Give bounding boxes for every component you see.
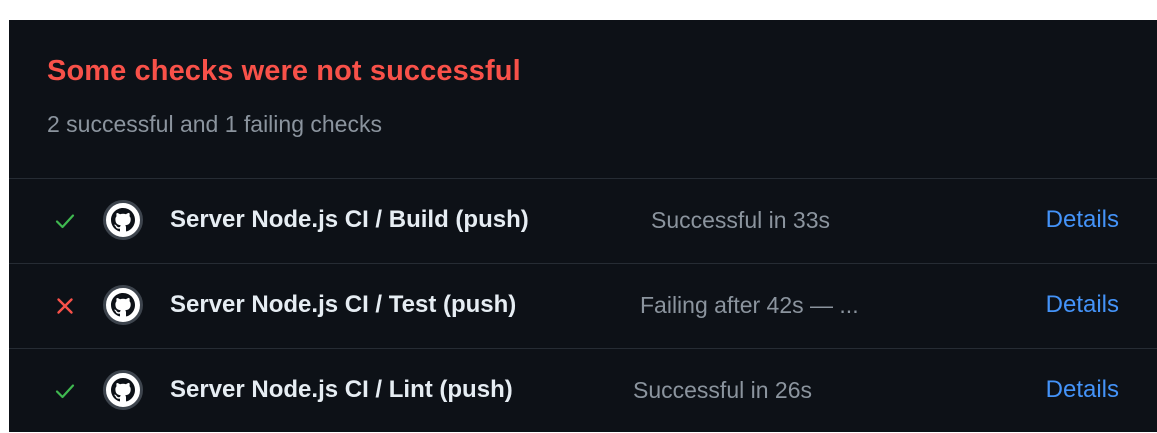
github-icon: [103, 370, 143, 410]
checks-summary: Some checks were not successful 2 succes…: [9, 20, 1157, 178]
check-row-build: Server Node.js CI / Build (push) Success…: [9, 178, 1157, 263]
details-link[interactable]: Details: [1046, 206, 1119, 234]
check-description: Failing after 42s — ...: [640, 292, 859, 318]
github-icon: [103, 285, 143, 325]
check-name[interactable]: Server Node.js CI / Build (push): [170, 206, 529, 234]
check-row-test: Server Node.js CI / Test (push) Failing …: [9, 263, 1157, 348]
check-icon: [55, 384, 75, 399]
details-link[interactable]: Details: [1046, 291, 1119, 319]
github-icon: [103, 200, 143, 240]
check-name[interactable]: Server Node.js CI / Test (push): [170, 291, 516, 319]
checks-summary-subtitle: 2 successful and 1 failing checks: [47, 111, 382, 137]
check-description: Successful in 26s: [633, 377, 812, 403]
checks-summary-title: Some checks were not successful: [47, 55, 521, 87]
check-description: Successful in 33s: [651, 207, 830, 233]
check-row-lint: Server Node.js CI / Lint (push) Successf…: [9, 348, 1157, 433]
details-link[interactable]: Details: [1046, 376, 1119, 404]
checks-panel: Some checks were not successful 2 succes…: [9, 20, 1157, 432]
check-name[interactable]: Server Node.js CI / Lint (push): [170, 376, 513, 404]
check-icon: [55, 214, 75, 229]
x-icon: [57, 298, 73, 314]
